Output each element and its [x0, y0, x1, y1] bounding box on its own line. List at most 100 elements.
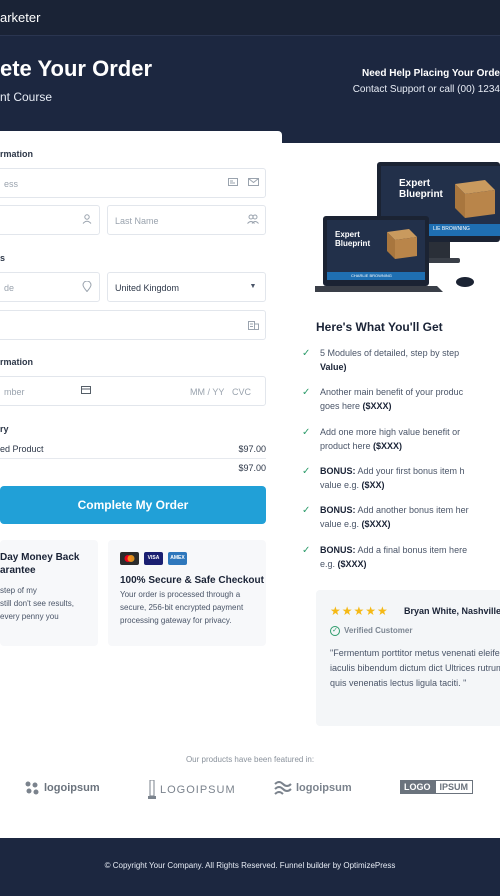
guarantee-text-3: every penny you	[0, 612, 59, 621]
benefit-item: BONUS: Add a final bonus item here e.g. …	[320, 543, 500, 571]
logo-text: LOGOIPSUM	[160, 784, 236, 796]
logo-mark-icon	[148, 780, 156, 799]
benefit-text: Another main benefit of your produc	[320, 387, 464, 397]
benefit-text: Add one more high value benefit or	[320, 427, 461, 437]
benefit-text: 5 Modules of detailed, step by step	[320, 348, 460, 358]
amex-icon: AMEX	[168, 552, 187, 565]
benefit-text: value e.g.	[320, 480, 362, 490]
product-price: $97.00	[238, 444, 266, 454]
guarantee-box: Day Money Back arantee step of my still …	[0, 540, 98, 646]
logo-text: LOGO	[400, 780, 435, 794]
logo-mark-icon	[274, 781, 292, 795]
benefit-text: e.g.	[320, 559, 338, 569]
credit-card-icon	[80, 385, 92, 397]
benefit-text: Add another bonus item her	[355, 505, 469, 515]
cvc-placeholder[interactable]: CVC	[232, 387, 251, 397]
logoipsum-logo-2: LOGOIPSUM	[148, 780, 236, 800]
mail-icon	[247, 177, 259, 189]
check-icon: ✓	[302, 387, 311, 398]
expiry-placeholder[interactable]: MM / YY	[190, 387, 224, 397]
guarantee-text-1: step of my	[0, 586, 37, 595]
zip-code-field[interactable]: de	[0, 272, 100, 302]
secure-text-1: Your order is processed through a	[120, 590, 241, 599]
secure-text-3: processing gateway for privacy.	[120, 616, 232, 625]
complete-order-button[interactable]: Complete My Order	[0, 486, 266, 524]
benefit-value: ($XX)	[361, 480, 385, 490]
logo-mark-icon	[25, 781, 39, 795]
brand-name[interactable]: arketer	[0, 10, 40, 25]
last-name-placeholder: Last Name	[115, 216, 159, 226]
check-circle-icon: ✓	[330, 626, 340, 636]
bonus-label: BONUS:	[320, 505, 356, 515]
secure-text-2: secure, 256-bit encrypted payment	[120, 603, 244, 612]
contact-section-label: rmation	[0, 149, 34, 159]
benefit-value: ($XXX)	[373, 441, 403, 451]
benefit-item: 5 Modules of detailed, step by step Valu…	[320, 346, 500, 374]
page-subtitle: nt Course	[0, 90, 53, 104]
chevron-down-icon: ▼	[249, 283, 257, 290]
state-field[interactable]	[0, 310, 266, 340]
benefit-text: Add your first bonus item h	[355, 466, 465, 476]
email-placeholder: ess	[4, 179, 19, 189]
visa-icon: VISA	[144, 552, 163, 565]
building-icon	[247, 319, 259, 331]
check-icon: ✓	[302, 348, 311, 359]
card-brand-logos: VISA AMEX	[120, 552, 187, 565]
logoipsum-logo-1: logoipsum	[24, 780, 100, 796]
benefits-heading: Here's What You'll Get	[316, 320, 443, 334]
logo-text: logoipsum	[44, 782, 100, 794]
logo-text: logoipsum	[296, 782, 352, 794]
review-card: ★★★★★ Bryan White, Nashville ✓ Verified C…	[316, 590, 500, 726]
zip-placeholder: de	[4, 283, 15, 293]
reviewer-name: Bryan White, Nashville	[404, 606, 500, 616]
benefit-text: product here	[320, 441, 374, 451]
check-icon: ✓	[302, 427, 311, 438]
guarantee-title-1: Day Money Back	[0, 552, 80, 563]
bonus-label: BONUS:	[320, 466, 356, 476]
location-icon	[81, 280, 93, 293]
page-title: ete Your Order	[0, 56, 153, 81]
logo-text: IPSUM	[434, 780, 474, 794]
payment-section-label: rmation	[0, 357, 34, 367]
last-name-field[interactable]: Last Name	[107, 205, 266, 235]
featured-label: Our products have been featured in:	[185, 755, 315, 764]
benefit-value: ($XXX)	[361, 519, 391, 529]
check-icon: ✓	[302, 466, 311, 477]
benefit-value: Value)	[320, 362, 347, 372]
benefit-text: Add a final bonus item here	[355, 545, 468, 555]
bonus-label: BONUS:	[320, 545, 356, 555]
benefit-text: value e.g.	[320, 519, 362, 529]
summary-section-label: ry	[0, 424, 9, 434]
benefit-value: ($XXX)	[362, 401, 392, 411]
review-quote: "Fermentum porttitor metus venenati elei…	[330, 648, 500, 688]
address-section-label: s	[0, 253, 6, 263]
country-value: United Kingdom	[115, 283, 180, 293]
benefit-text: goes here	[320, 401, 363, 411]
country-select[interactable]: United Kingdom ▼	[107, 272, 266, 302]
summary-product-row: ed Product $97.00	[0, 444, 266, 454]
check-icon: ✓	[302, 545, 311, 556]
star-rating: ★★★★★	[330, 604, 389, 618]
guarantee-title-2: arantee	[0, 565, 36, 576]
first-name-field[interactable]	[0, 205, 100, 235]
secure-checkout-box: VISA AMEX 100% Secure & Safe Checkout Yo…	[108, 540, 266, 646]
card-number-placeholder: mber	[4, 387, 25, 397]
email-field[interactable]: ess	[0, 168, 266, 198]
guarantee-text-2: still don't see results,	[0, 599, 75, 608]
total-price: $97.00	[238, 463, 266, 473]
mastercard-icon	[120, 552, 139, 565]
users-icon	[247, 214, 259, 226]
benefit-item: Another main benefit of your produc goes…	[320, 385, 500, 413]
summary-divider	[0, 458, 266, 459]
user-icon	[81, 214, 93, 226]
verified-badge: ✓ Verified Customer	[330, 626, 412, 636]
benefit-item: BONUS: Add another bonus item her value …	[320, 503, 500, 531]
card-number-field[interactable]: mber MM / YY CVC	[0, 376, 266, 406]
benefit-item: Add one more high value benefit or produ…	[320, 425, 500, 453]
copyright-text: © Copyright Your Company. All Rights Res…	[104, 861, 396, 870]
benefit-item: BONUS: Add your first bonus item h value…	[320, 464, 500, 492]
contact-card-icon	[227, 177, 239, 189]
logoipsum-logo-3: logoipsum	[274, 780, 352, 796]
benefit-value: ($XXX)	[337, 559, 367, 569]
secure-checkout-title: 100% Secure & Safe Checkout	[120, 575, 264, 586]
